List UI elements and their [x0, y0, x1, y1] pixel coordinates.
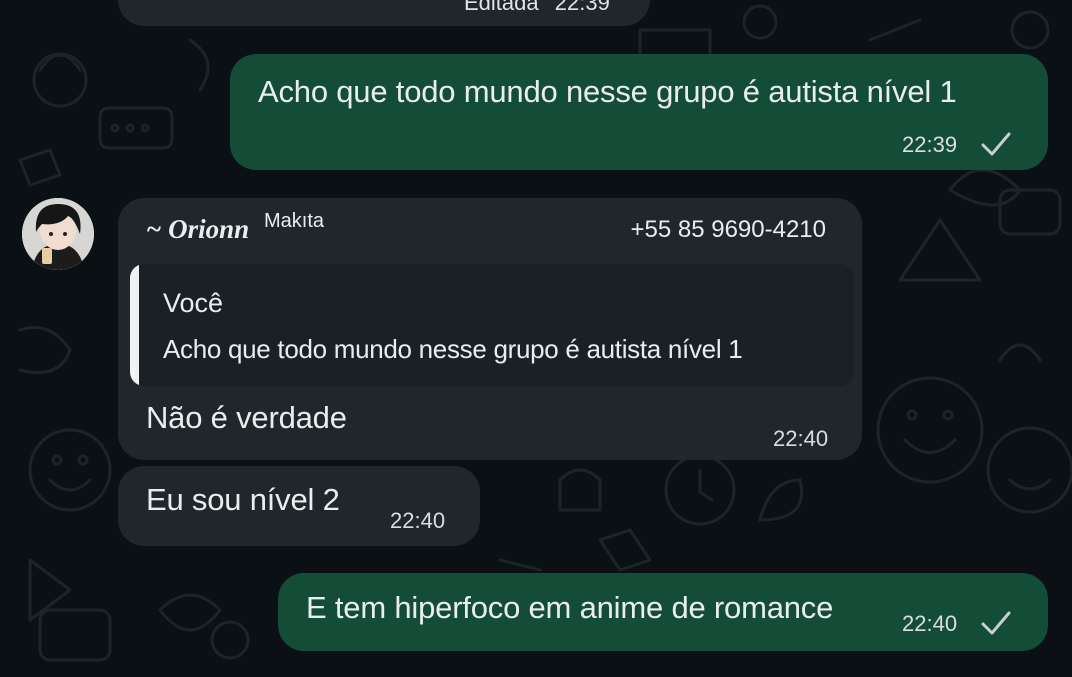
- message-text: E tem hiperfoco em anime de romance: [306, 590, 834, 625]
- quote-author: Você: [163, 288, 224, 318]
- message-time: 22:40: [390, 508, 446, 533]
- check-icon: [981, 132, 1011, 156]
- outgoing-message-bubble[interactable]: Acho que todo mundo nesse grupo é autist…: [230, 54, 1048, 170]
- previous-message-meta: Editada 22:39: [464, 0, 610, 16]
- avatar-image: [22, 198, 94, 270]
- outgoing-message-bubble[interactable]: E tem hiperfoco em anime de romance 22:4…: [278, 573, 1048, 651]
- sender-pushname: Makıta: [264, 210, 325, 232]
- edited-label: Editada: [464, 0, 539, 15]
- incoming-message-bubble[interactable]: Eu sou nível 2 22:40: [118, 466, 480, 546]
- message-text: Acho que todo mundo nesse grupo é autist…: [258, 74, 957, 109]
- quote-accent-bar: [130, 264, 139, 386]
- sender-name[interactable]: ~ Orionn: [146, 214, 249, 245]
- message-time: 22:40: [902, 611, 958, 636]
- check-icon: [981, 611, 1011, 635]
- sender-phone[interactable]: +55 85 9690-4210: [630, 216, 826, 244]
- quote-text: Acho que todo mundo nesse grupo é autist…: [163, 334, 743, 364]
- message-text: Eu sou nível 2: [146, 482, 340, 517]
- message-time: 22:39: [902, 132, 958, 157]
- incoming-message-bubble[interactable]: ~ Orionn Makıta +55 85 9690-4210 Você Ac…: [118, 198, 862, 460]
- message-time: 22:39: [554, 0, 610, 15]
- message-text: Não é verdade: [146, 400, 347, 435]
- message-time: 22:40: [773, 426, 829, 451]
- sender-avatar[interactable]: [22, 198, 94, 270]
- quoted-message[interactable]: Você Acho que todo mundo nesse grupo é a…: [130, 264, 854, 386]
